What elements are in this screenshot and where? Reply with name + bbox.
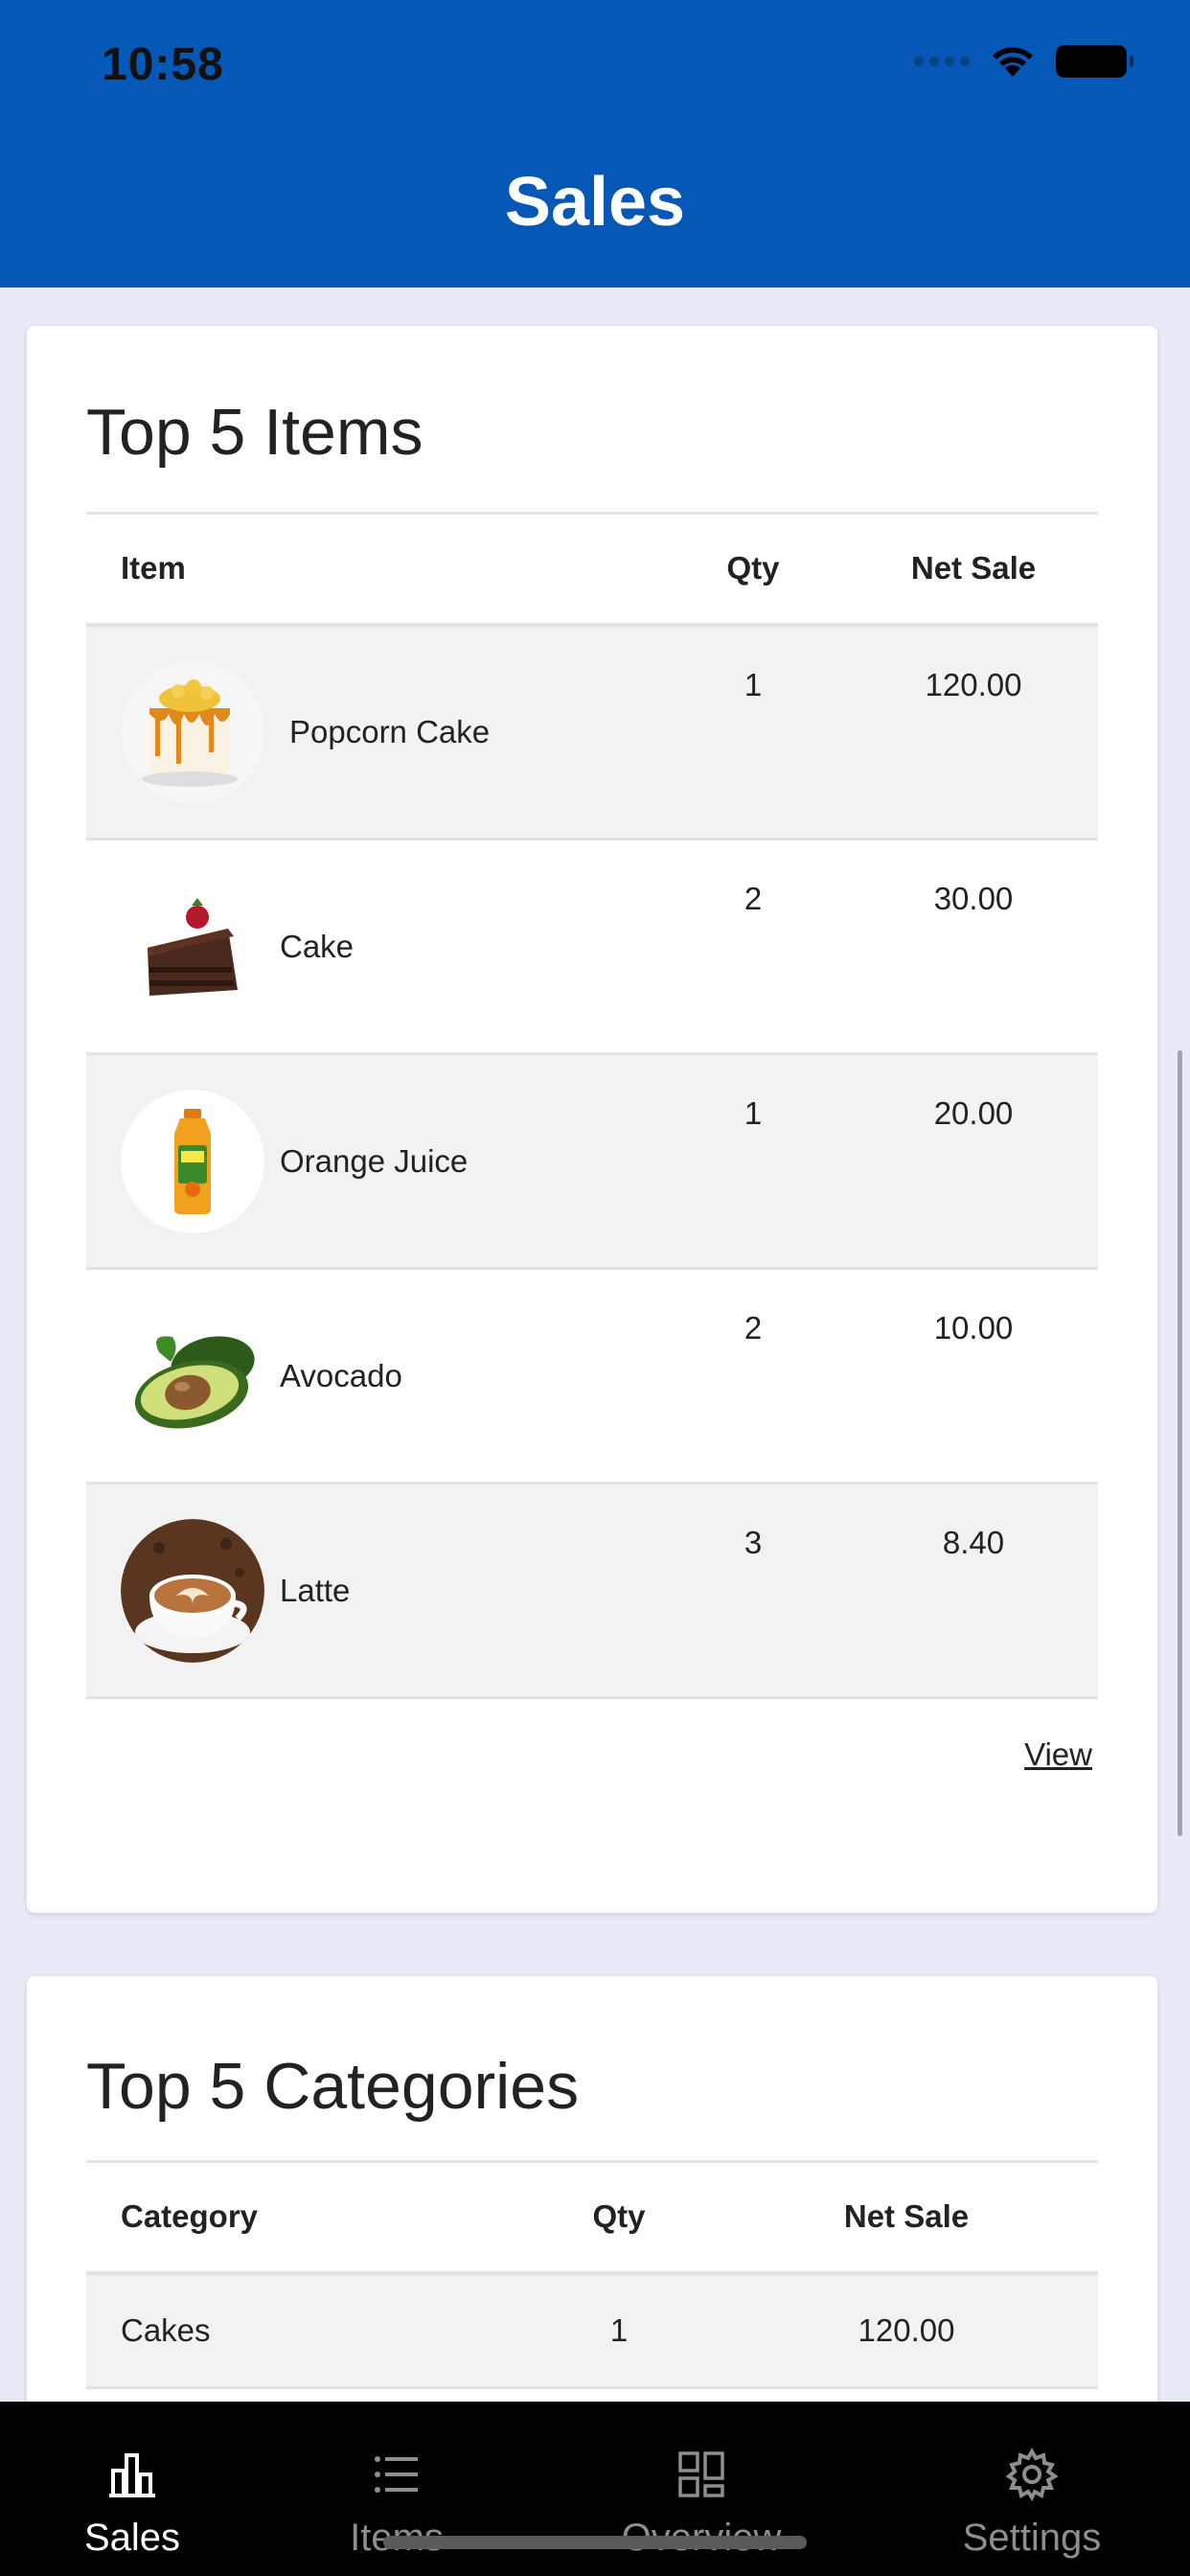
tab-items[interactable]: Items bbox=[264, 2402, 529, 2576]
table-row[interactable]: Cakes 1 120.00 bbox=[86, 2272, 1098, 2389]
item-net-sale: 20.00 bbox=[849, 1053, 1098, 1270]
chocolate-cake-image bbox=[148, 897, 238, 996]
top-items-title: Top 5 Items bbox=[86, 396, 423, 469]
top-items-table: Item Qty Net Sale Popcorn Cake 1 120.00 … bbox=[86, 512, 1098, 1699]
top-categories-table: Category Qty Net Sale Cakes 1 120.00 bbox=[86, 2160, 1098, 2389]
item-qty: 3 bbox=[657, 1483, 849, 1699]
item-net-sale: 8.40 bbox=[849, 1483, 1098, 1699]
top-items-card: Top 5 Items Item Qty Net Sale Popcorn Ca… bbox=[27, 326, 1157, 1913]
item-name: Latte bbox=[280, 1572, 351, 1608]
cellular-signal-icon bbox=[914, 57, 970, 66]
category-name: Cakes bbox=[86, 2272, 523, 2389]
item-net-sale: 120.00 bbox=[849, 624, 1098, 840]
item-name: Orange Juice bbox=[280, 1142, 469, 1179]
category-net-sale: 120.00 bbox=[715, 2272, 1098, 2389]
table-row[interactable]: Popcorn Cake 1 120.00 bbox=[86, 624, 1098, 840]
tab-sales[interactable]: Sales bbox=[0, 2402, 264, 2576]
item-qty: 1 bbox=[657, 1053, 849, 1270]
table-row[interactable]: Orange Juice 1 20.00 bbox=[86, 1053, 1098, 1270]
orange-juice-image bbox=[121, 1089, 264, 1233]
column-header-qty: Qty bbox=[657, 512, 849, 627]
list-icon bbox=[375, 2456, 418, 2493]
table-header-row: Item Qty Net Sale bbox=[86, 512, 1098, 627]
app-header: 10:58 Sales bbox=[0, 0, 1190, 288]
tab-label: Settings bbox=[962, 2517, 1102, 2559]
column-header-net-sale: Net Sale bbox=[849, 512, 1098, 627]
battery-icon bbox=[1056, 45, 1133, 78]
scrollbar[interactable] bbox=[1178, 1050, 1182, 1836]
item-qty: 2 bbox=[657, 839, 849, 1055]
table-row[interactable]: Latte 3 8.40 bbox=[86, 1483, 1098, 1699]
tab-label: Sales bbox=[83, 2517, 181, 2559]
item-name: Cake bbox=[280, 928, 355, 964]
tab-settings[interactable]: Settings bbox=[874, 2402, 1190, 2576]
item-name: Popcorn Cake bbox=[289, 713, 491, 749]
grid-icon bbox=[678, 2451, 724, 2497]
tab-overview[interactable]: Overview bbox=[529, 2402, 874, 2576]
popcorn-cake-image bbox=[121, 659, 264, 804]
category-qty: 1 bbox=[523, 2272, 715, 2389]
item-name: Avocado bbox=[280, 1357, 402, 1393]
column-header-net-sale: Net Sale bbox=[715, 2160, 1098, 2275]
column-header-category: Category bbox=[86, 2160, 523, 2275]
tab-bar: Sales Items Overview Settings bbox=[0, 2402, 1190, 2576]
status-icons bbox=[914, 44, 1133, 79]
latte-image bbox=[121, 1518, 264, 1663]
item-qty: 1 bbox=[657, 624, 849, 840]
wifi-icon bbox=[993, 47, 1033, 77]
bar-chart-icon bbox=[109, 2453, 155, 2497]
avocado-image bbox=[134, 1335, 255, 1429]
item-net-sale: 10.00 bbox=[849, 1268, 1098, 1484]
gear-icon bbox=[1005, 2447, 1059, 2501]
item-qty: 2 bbox=[657, 1268, 849, 1484]
page-title: Sales bbox=[504, 164, 686, 241]
table-row[interactable]: Cake 2 30.00 bbox=[86, 839, 1098, 1055]
table-header-row: Category Qty Net Sale bbox=[86, 2160, 1098, 2275]
status-time: 10:58 bbox=[102, 39, 224, 90]
column-header-qty: Qty bbox=[523, 2160, 715, 2275]
view-all-items-link[interactable]: View bbox=[1024, 1736, 1092, 1773]
home-indicator bbox=[383, 2536, 807, 2549]
column-header-item: Item bbox=[86, 512, 657, 627]
table-row[interactable]: Avocado 2 10.00 bbox=[86, 1268, 1098, 1484]
item-net-sale: 30.00 bbox=[849, 839, 1098, 1055]
top-categories-title: Top 5 Categories bbox=[86, 2050, 580, 2123]
